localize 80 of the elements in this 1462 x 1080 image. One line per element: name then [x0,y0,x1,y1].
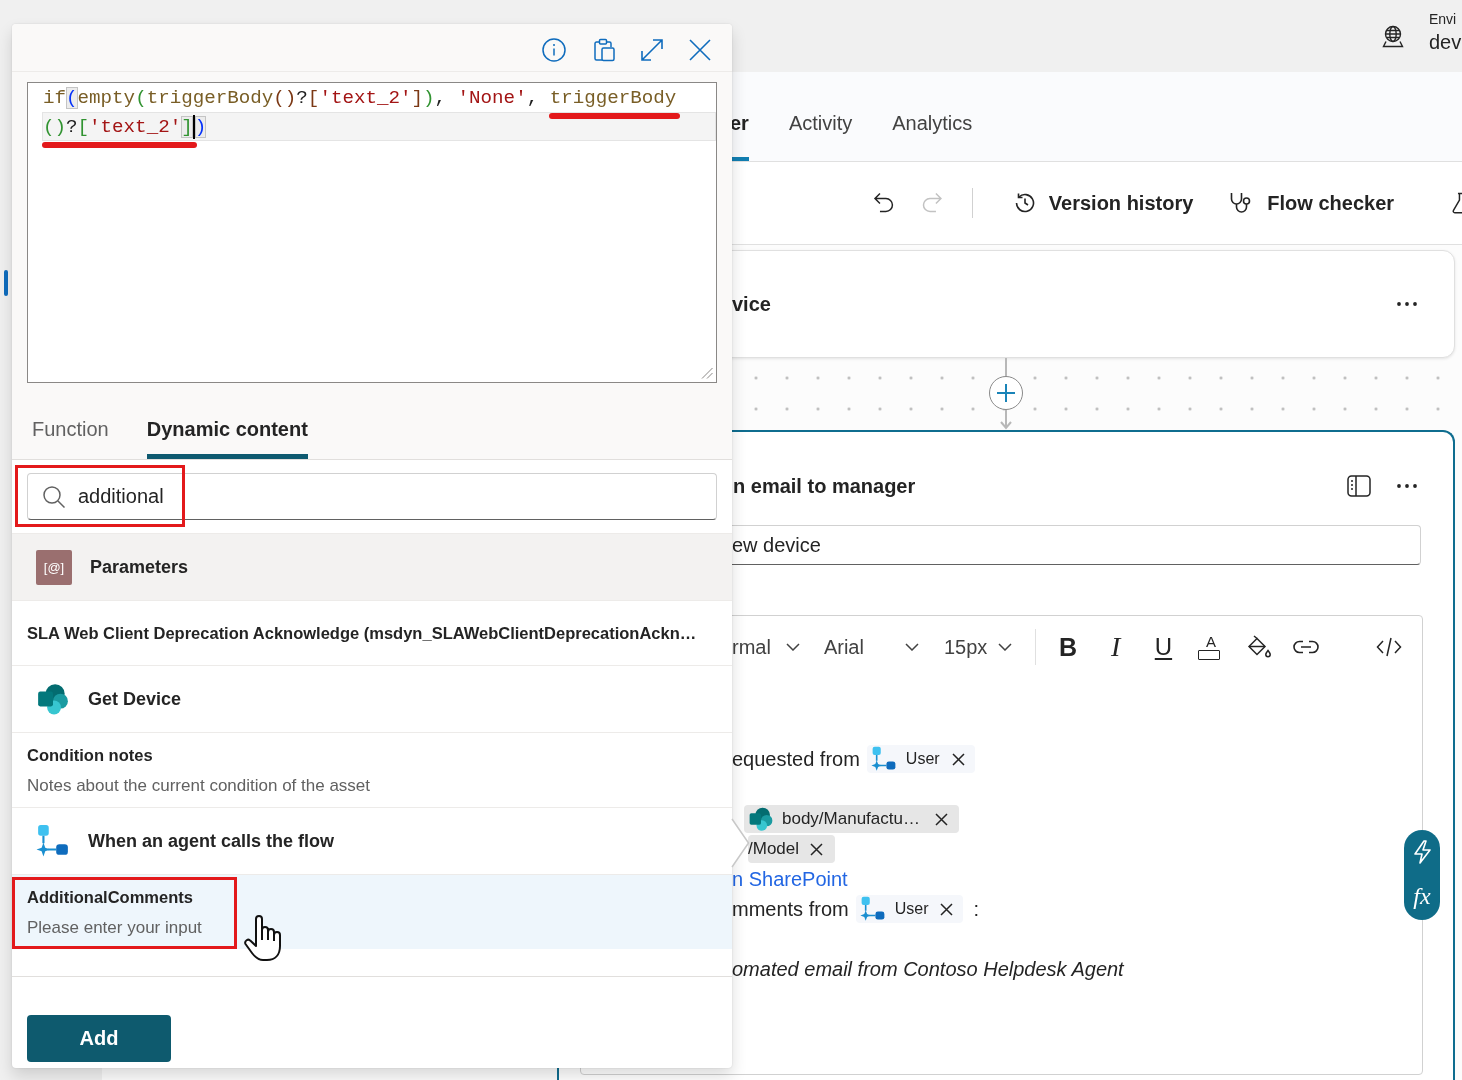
group-title: Get Device [88,688,182,710]
tab[interactable]: Analytics [892,72,973,161]
paragraph-style-dropdown[interactable]: rmal [732,635,800,659]
undo-icon[interactable] [872,191,896,215]
logo-icon [36,682,70,716]
tab[interactable]: Dynamic content [146,395,308,459]
lightning-icon[interactable] [1412,840,1432,864]
card-title: n email to manager [733,474,917,498]
close-icon[interactable] [810,842,824,856]
more-options-icon[interactable] [1397,484,1417,488]
font-color-button[interactable]: A [1196,630,1226,664]
result-item[interactable]: Condition notes Notes about the current condition of the asset [12,732,732,807]
chevron-down-icon [785,643,800,651]
flask-icon[interactable] [1450,191,1462,215]
close-icon[interactable] [951,752,965,766]
item-description: Notes about the current condition of the asset [27,775,371,797]
result-item[interactable]: SLA Web Client Deprecation Acknowledge (msdyn_SLAWebClientDeprecationAckn… [12,600,732,665]
logo-icon [748,806,774,832]
resize-grip-icon[interactable] [701,367,713,379]
chip-label: body/Manufactu… [782,809,920,829]
code-text: ()?['text_2'] [43,115,193,138]
group-header[interactable]: [@] Parameters [12,533,732,600]
body-text: : [973,897,980,921]
flow-nodes-icon [870,746,897,772]
side-panel-icon[interactable] [1347,475,1371,497]
token-chip[interactable]: /Model [748,835,836,863]
code-text: if(empty(triggerBody()?['text_2']), 'None', [43,86,540,109]
font-size-dropdown[interactable]: 15px [943,635,1013,659]
token-chip[interactable]: User [855,895,964,923]
item-title: AdditionalComments [27,887,193,908]
flow-nodes-icon [36,824,70,858]
chip-label: User [905,750,940,768]
group-title: Parameters [90,556,189,578]
card-title: vice [732,292,772,316]
chevron-down-icon [904,643,919,651]
chip-label: /Model [748,839,800,859]
text-cursor [192,114,195,139]
token-chip[interactable]: User [866,745,975,773]
clipboard-icon[interactable] [591,37,615,62]
group-title: When an agent calls the flow [88,830,335,852]
environment-name[interactable]: dev [1429,28,1462,56]
item-description: Please enter your input [27,917,202,939]
globe-icon [1381,24,1405,48]
chevron-down-icon [998,643,1013,651]
underline-button[interactable]: U [1148,630,1179,664]
code-icon[interactable] [1376,636,1403,658]
chip-label: User [894,900,929,918]
version-history-button[interactable]: Version history [1012,191,1194,215]
plus-icon [997,384,1015,402]
body-link[interactable]: n SharePoint [732,867,848,891]
flow-nodes-icon [859,896,886,922]
add-button[interactable]: Add [27,1015,171,1062]
field-value: ew device [732,533,821,557]
more-options-icon[interactable] [1397,302,1417,306]
font-dropdown[interactable]: Arial [823,635,919,659]
expand-icon[interactable] [640,37,664,62]
body-text: equested from [732,747,860,771]
search-icon [43,485,65,508]
add-step-button[interactable] [989,376,1023,410]
body-text: mments from [732,897,849,921]
parameters-icon: [@] [36,549,72,585]
signature-text: omated email from Contoso Helpdesk Agent [732,957,1124,981]
token-chip[interactable]: body/Manufactu… [744,805,959,833]
tab[interactable]: Function [32,395,109,459]
close-icon[interactable] [934,812,948,826]
italic-button[interactable]: I [1100,630,1131,664]
info-icon[interactable] [542,37,566,62]
tab[interactable]: Activity [788,72,853,161]
close-icon[interactable] [940,902,954,916]
link-icon[interactable] [1293,640,1320,654]
group-header[interactable]: Get Device [12,665,732,732]
environment-label: Envi [1429,10,1458,28]
flow-checker-button[interactable]: Flow checker [1229,191,1395,215]
bold-button[interactable]: B [1053,630,1083,664]
search-field[interactable]: additional [27,473,717,520]
hand-cursor-icon [243,913,283,963]
paint-bucket-icon[interactable] [1245,635,1272,659]
expression-editor[interactable]: if(empty(triggerBody()?['text_2']), 'None', triggerBody ()?['text_2']) [27,82,717,383]
code-text: triggerBody [549,86,677,109]
item-title: Condition notes [27,745,153,766]
